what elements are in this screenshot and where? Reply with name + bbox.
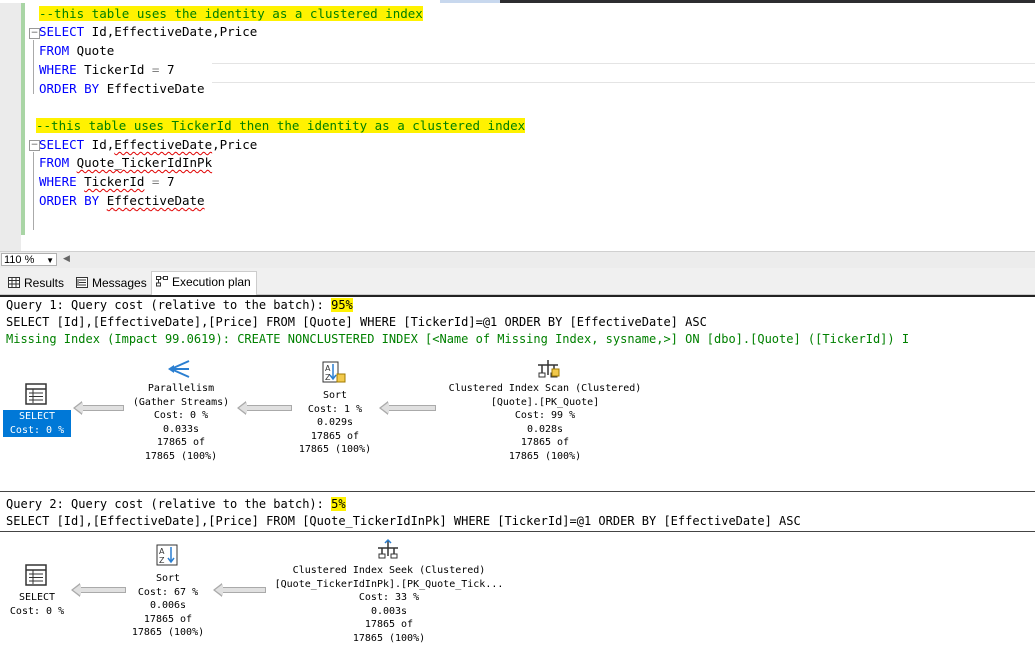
code-text-error: TickerId: [84, 174, 145, 189]
svg-text:A: A: [325, 364, 331, 373]
code-line-9[interactable]: FROM Quote_TickerIdInPk: [39, 154, 212, 172]
sql-editor[interactable]: − − --this table uses the identity as a …: [0, 3, 1035, 251]
code-line-11[interactable]: ORDER BY EffectiveDate: [39, 192, 205, 210]
code-text: EffectiveDate: [99, 81, 205, 96]
sort-icon[interactable]: AZ: [322, 361, 346, 385]
svg-text:Z: Z: [325, 373, 331, 382]
query2-statement: SELECT [Id],[EffectiveDate],[Price] FROM…: [6, 514, 801, 528]
clustered-index-seek-icon[interactable]: [375, 538, 401, 560]
code-line-1[interactable]: --this table uses the identity as a clus…: [39, 5, 423, 23]
operator: =: [144, 174, 160, 189]
query1-parallelism-node[interactable]: Parallelism (Gather Streams) Cost: 0 % 0…: [110, 382, 252, 464]
query2-sort-node[interactable]: Sort Cost: 67 % 0.006s 17865 of 17865 (1…: [113, 572, 223, 640]
code-line-5[interactable]: ORDER BY EffectiveDate: [39, 80, 205, 98]
zoom-value: 110 %: [4, 254, 35, 266]
chevron-down-icon: ▼: [46, 256, 54, 265]
code-line-2[interactable]: SELECT Id,EffectiveDate,Price: [39, 23, 257, 41]
parallelism-icon[interactable]: [167, 357, 193, 379]
comment-1: --this table uses the identity as a clus…: [39, 6, 423, 21]
comment-2: --this table uses TickerId then the iden…: [36, 118, 526, 133]
query1-statement: SELECT [Id],[EffectiveDate],[Price] FROM…: [6, 315, 707, 329]
editor-margin: [0, 3, 25, 251]
query2-clustered-index-seek-node[interactable]: Clustered Index Seek (Clustered) [Quote_…: [262, 564, 516, 646]
keyword: FROM: [39, 155, 70, 170]
change-tracking-bar: [21, 3, 25, 235]
results-grid-icon: [8, 277, 20, 288]
query2-cost: 5%: [331, 497, 346, 511]
zoom-dropdown[interactable]: 110 % ▼: [1, 253, 57, 266]
query1-cost: 95%: [331, 298, 353, 312]
code-text: Quote: [69, 43, 115, 58]
code-text: Id,EffectiveDate,Price: [84, 24, 258, 39]
outline-guide-1: [33, 40, 34, 94]
code-text: 7: [159, 62, 175, 77]
code-text: TickerId: [76, 62, 152, 77]
code-text-error: EffectiveDate: [106, 193, 205, 208]
query1-sort-node[interactable]: Sort Cost: 1 % 0.029s 17865 of 17865 (10…: [280, 389, 390, 457]
clustered-index-scan-icon[interactable]: [535, 357, 561, 379]
code-line-8[interactable]: SELECT Id,EffectiveDate,Price: [39, 136, 257, 154]
code-text: ,Price: [212, 137, 258, 152]
query2-header-text: Query 2: Query cost (relative to the bat…: [6, 497, 332, 511]
sort-icon[interactable]: AZ: [156, 544, 180, 568]
execution-plan-icon: [156, 276, 168, 287]
tab-messages-label: Messages: [92, 276, 147, 290]
query1-clustered-index-scan-node[interactable]: Clustered Index Scan (Clustered) [Quote]…: [416, 382, 674, 464]
keyword: FROM: [39, 43, 70, 58]
tab-execution-plan-label: Execution plan: [172, 275, 251, 289]
query2-arrow-2: [213, 583, 266, 597]
tab-messages[interactable]: Messages: [72, 273, 148, 294]
keyword: SELECT: [39, 24, 85, 39]
code-text: 7: [159, 174, 175, 189]
query2-header: Query 2: Query cost (relative to the bat…: [6, 496, 346, 512]
code-text: Id,: [84, 137, 115, 152]
query2-statement-separator: [0, 531, 1035, 532]
code-text-error: EffectiveDate: [114, 137, 213, 152]
outline-guide-2: [33, 152, 34, 230]
code-line-4[interactable]: WHERE TickerId = 7: [39, 61, 175, 79]
scroll-left-icon[interactable]: ◀: [63, 254, 70, 264]
code-text-error: Quote_TickerIdInPk: [76, 155, 213, 170]
keyword: WHERE: [39, 174, 77, 189]
select-icon[interactable]: [25, 564, 47, 586]
select-icon[interactable]: [25, 383, 47, 405]
svg-text:A: A: [159, 547, 165, 556]
messages-icon: [76, 277, 88, 288]
query2-separator: [0, 491, 1035, 492]
editor-status-bar: 110 % ▼ ◀: [0, 251, 1035, 268]
keyword: ORDER BY: [39, 81, 100, 96]
current-line-highlight: [212, 63, 1035, 83]
results-tab-bar: Results Messages Execution plan: [0, 268, 1035, 295]
code-line-3[interactable]: FROM Quote: [39, 42, 114, 60]
query1-header-text: Query 1: Query cost (relative to the bat…: [6, 298, 332, 312]
keyword: ORDER BY: [39, 193, 100, 208]
tab-execution-plan[interactable]: Execution plan: [151, 271, 257, 295]
query1-header: Query 1: Query cost (relative to the bat…: [6, 297, 353, 313]
tab-results-label: Results: [24, 276, 65, 290]
code-line-7[interactable]: --this table uses TickerId then the iden…: [36, 117, 526, 135]
keyword: WHERE: [39, 62, 77, 77]
query1-select-node[interactable]: SELECT Cost: 0 %: [3, 410, 71, 437]
tab-results[interactable]: Results: [4, 273, 66, 294]
query2-select-node[interactable]: SELECT Cost: 0 %: [3, 591, 71, 618]
code-line-10[interactable]: WHERE TickerId = 7: [39, 173, 175, 191]
svg-text:Z: Z: [159, 556, 165, 565]
execution-plan-pane[interactable]: Query 1: Query cost (relative to the bat…: [0, 295, 1035, 669]
keyword: SELECT: [39, 137, 85, 152]
missing-index-hint[interactable]: Missing Index (Impact 99.0619): CREATE N…: [6, 331, 909, 347]
